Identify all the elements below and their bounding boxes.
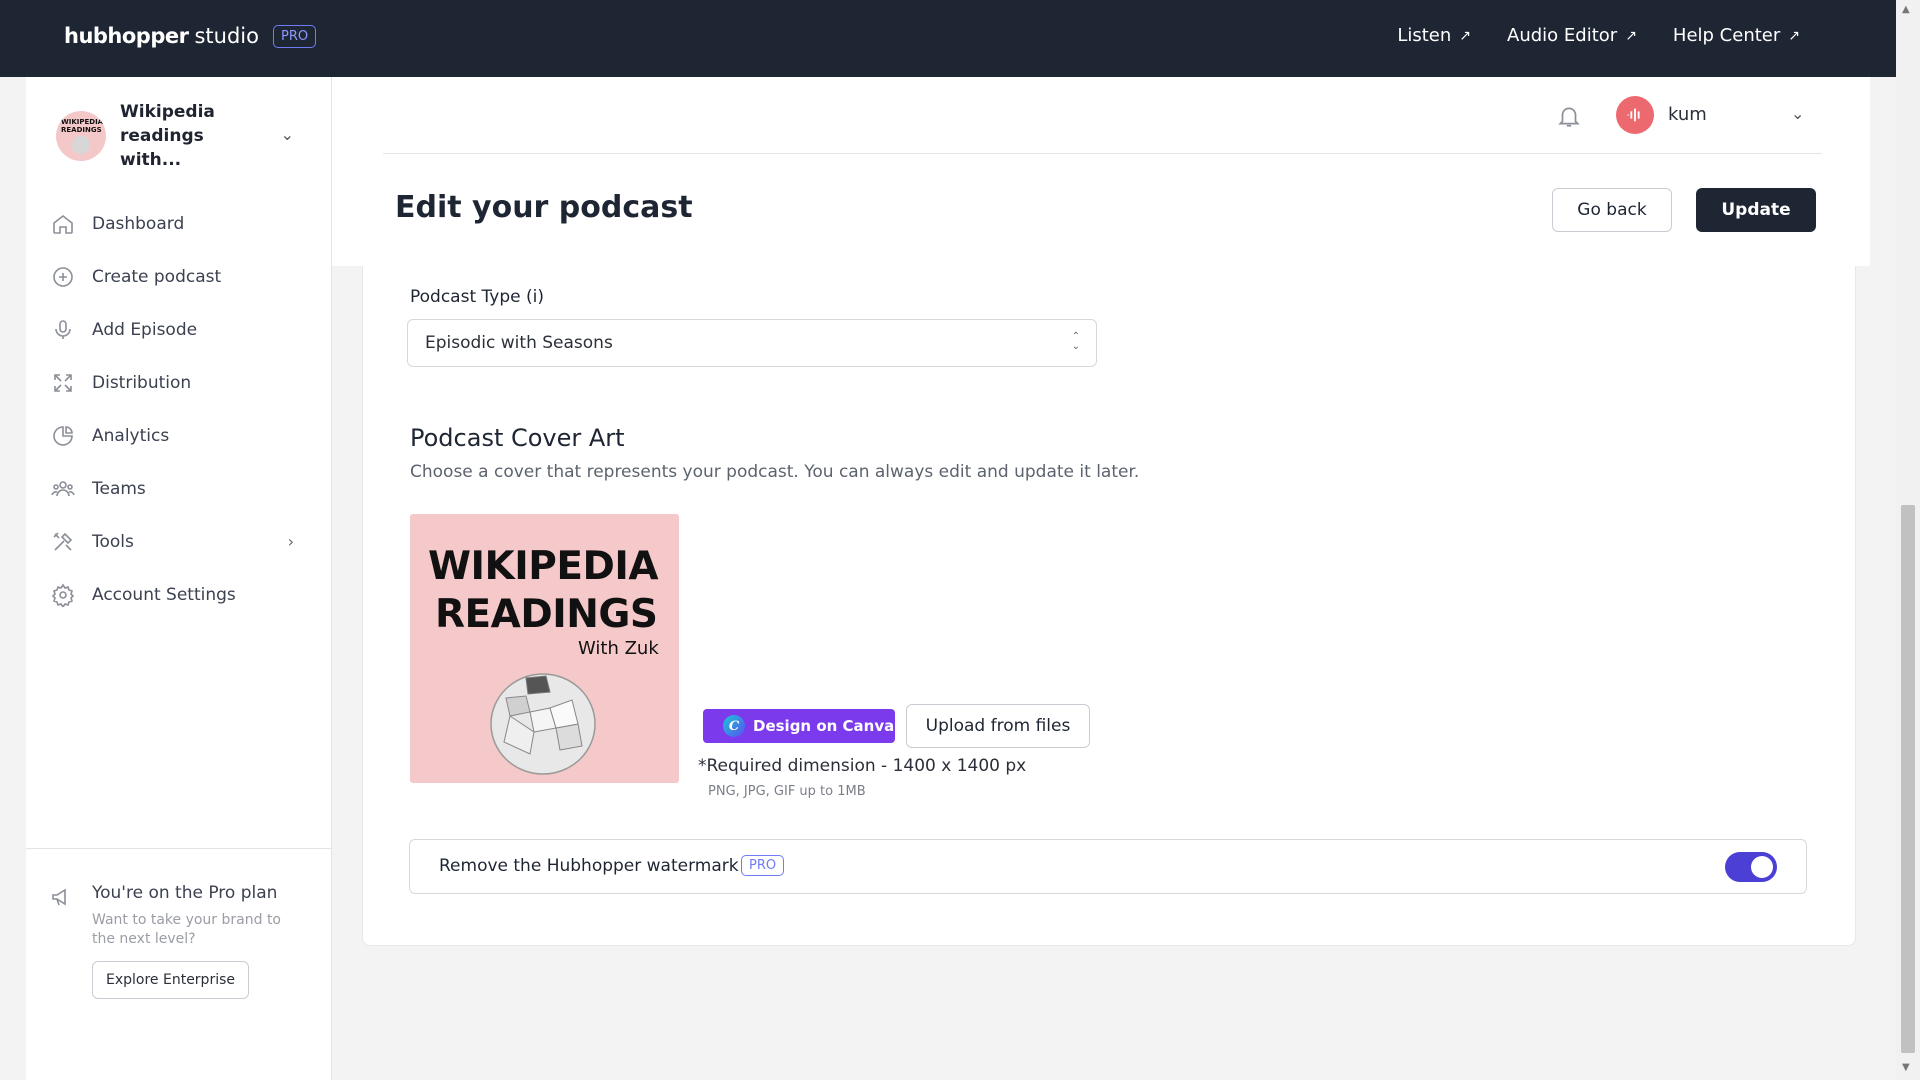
toggle-knob — [1751, 856, 1773, 878]
sidebar-item-analytics[interactable]: Analytics — [50, 409, 320, 462]
watermark-label: Remove the Hubhopper watermark — [439, 856, 739, 876]
brand-logo[interactable]: hubhopper studio PRO — [64, 24, 317, 48]
canva-logo-icon: C — [723, 715, 745, 737]
pro-badge: PRO — [272, 24, 317, 48]
podcast-type-value: Episodic with Seasons — [425, 333, 613, 353]
sidebar-item-distribution[interactable]: Distribution — [50, 356, 320, 409]
help-center-link-label: Help Center — [1672, 25, 1781, 46]
podcast-type-select[interactable]: Episodic with Seasons ⌃ ⌄ — [407, 319, 1097, 367]
home-icon — [50, 211, 76, 237]
sidebar-item-label: Create podcast — [92, 266, 222, 287]
upload-from-files-button[interactable]: Upload from files — [906, 704, 1090, 748]
gear-icon — [50, 582, 76, 608]
cover-art-line2: READINGS — [435, 592, 658, 637]
explore-enterprise-button[interactable]: Explore Enterprise — [92, 961, 250, 999]
sidebar-item-account-settings[interactable]: Account Settings — [50, 568, 320, 621]
sidebar-item-label: Add Episode — [92, 319, 198, 340]
listen-link[interactable]: Listen ↗ — [1397, 25, 1471, 46]
bell-icon[interactable] — [1556, 103, 1584, 131]
pro-badge: PRO — [741, 855, 785, 876]
external-arrow-icon: ↗ — [1625, 27, 1637, 44]
chevron-down-icon[interactable]: ⌄ — [1791, 104, 1804, 123]
plan-title: You're on the Pro plan — [92, 883, 278, 903]
podcast-title: Wikipedia readings with... — [120, 102, 215, 170]
chevron-down-icon[interactable]: ⌄ — [281, 125, 294, 144]
podcast-switcher[interactable]: WIKIPEDIA READINGS Wikipedia readings wi… — [56, 102, 306, 170]
sidebar-item-label: Dashboard — [92, 213, 185, 234]
cover-art-image: WIKIPEDIA READINGS With Zuk — [410, 514, 679, 783]
plan-panel: You're on the Pro plan Want to take your… — [26, 848, 331, 1080]
cover-art-line3: With Zuk — [578, 638, 659, 659]
scroll-down-icon[interactable]: ▼ — [1902, 1062, 1910, 1073]
sidebar-item-label: Account Settings — [92, 584, 236, 605]
help-center-link[interactable]: Help Center ↗ — [1673, 25, 1800, 46]
sidebar-nav: Dashboard Create podcast Add Episode Dis… — [50, 197, 320, 621]
select-arrows-icon: ⌃ ⌄ — [1071, 331, 1080, 352]
sidebar-item-add-episode[interactable]: Add Episode — [50, 303, 320, 356]
sidebar-item-label: Teams — [92, 478, 146, 499]
external-arrow-icon: ↗ — [1788, 27, 1800, 44]
tools-icon — [50, 529, 76, 555]
required-dimension-text: *Required dimension - 1400 x 1400 px — [698, 756, 1027, 776]
sidebar-item-label: Analytics — [92, 425, 170, 446]
page-scrollbar[interactable]: ▲ ▼ — [1896, 0, 1920, 1080]
users-icon — [50, 476, 76, 502]
cover-art-line1: WIKIPEDIA — [428, 544, 659, 589]
external-arrow-icon: ↗ — [1459, 27, 1472, 44]
header-divider — [383, 153, 1822, 154]
globe-icon — [72, 136, 90, 154]
page-title: Edit your podcast — [395, 190, 693, 225]
brand-studio: studio — [194, 24, 259, 48]
podcast-avatar: WIKIPEDIA READINGS — [56, 111, 106, 161]
plan-subtitle: Want to take your brand to the next leve… — [92, 912, 281, 947]
update-button[interactable]: Update — [1696, 188, 1816, 232]
pie-chart-icon — [50, 423, 76, 449]
audio-editor-link-label: Audio Editor — [1507, 25, 1618, 46]
waveform-icon — [1627, 108, 1640, 122]
avatar[interactable] — [1616, 96, 1654, 134]
podcast-avatar-text: WIKIPEDIA READINGS — [61, 118, 104, 134]
brand-name: hubhopper — [64, 24, 189, 48]
chevron-right-icon: › — [287, 532, 294, 551]
sidebar-item-label: Tools — [92, 531, 134, 552]
audio-editor-link[interactable]: Audio Editor ↗ — [1507, 25, 1637, 46]
cover-art-subtitle: Choose a cover that represents your podc… — [410, 462, 1140, 482]
sidebar-item-label: Distribution — [92, 372, 192, 393]
design-on-canva-button[interactable]: C Design on Canva — [703, 709, 895, 743]
sidebar-item-dashboard[interactable]: Dashboard — [50, 197, 320, 250]
watermark-setting: Remove the Hubhopper watermark PRO — [409, 839, 1807, 894]
podcast-type-label: Podcast Type (i) — [410, 287, 544, 307]
top-bar: hubhopper studio PRO Listen ↗ Audio Edit… — [0, 0, 1896, 77]
scroll-up-icon[interactable]: ▲ — [1902, 4, 1910, 15]
megaphone-icon — [50, 885, 76, 911]
sidebar: WIKIPEDIA READINGS Wikipedia readings wi… — [26, 77, 332, 1080]
user-name: kum — [1668, 104, 1707, 125]
go-back-button[interactable]: Go back — [1552, 188, 1672, 232]
expand-icon — [50, 370, 76, 396]
microphone-icon — [50, 317, 76, 343]
sidebar-item-tools[interactable]: Tools › — [50, 515, 320, 568]
canva-button-label: Design on Canva — [753, 717, 895, 735]
watermark-toggle[interactable] — [1725, 852, 1777, 882]
scrollbar-thumb[interactable] — [1901, 505, 1915, 1053]
listen-link-label: Listen — [1397, 25, 1452, 46]
cover-art-title: Podcast Cover Art — [410, 424, 625, 452]
file-types-text: PNG, JPG, GIF up to 1MB — [708, 784, 866, 799]
sidebar-item-teams[interactable]: Teams — [50, 462, 320, 515]
top-links: Listen ↗ Audio Editor ↗ Help Center ↗ — [1397, 25, 1800, 46]
plus-circle-icon — [50, 264, 76, 290]
sidebar-item-create-podcast[interactable]: Create podcast — [50, 250, 320, 303]
wikipedia-globe-icon — [490, 673, 596, 775]
